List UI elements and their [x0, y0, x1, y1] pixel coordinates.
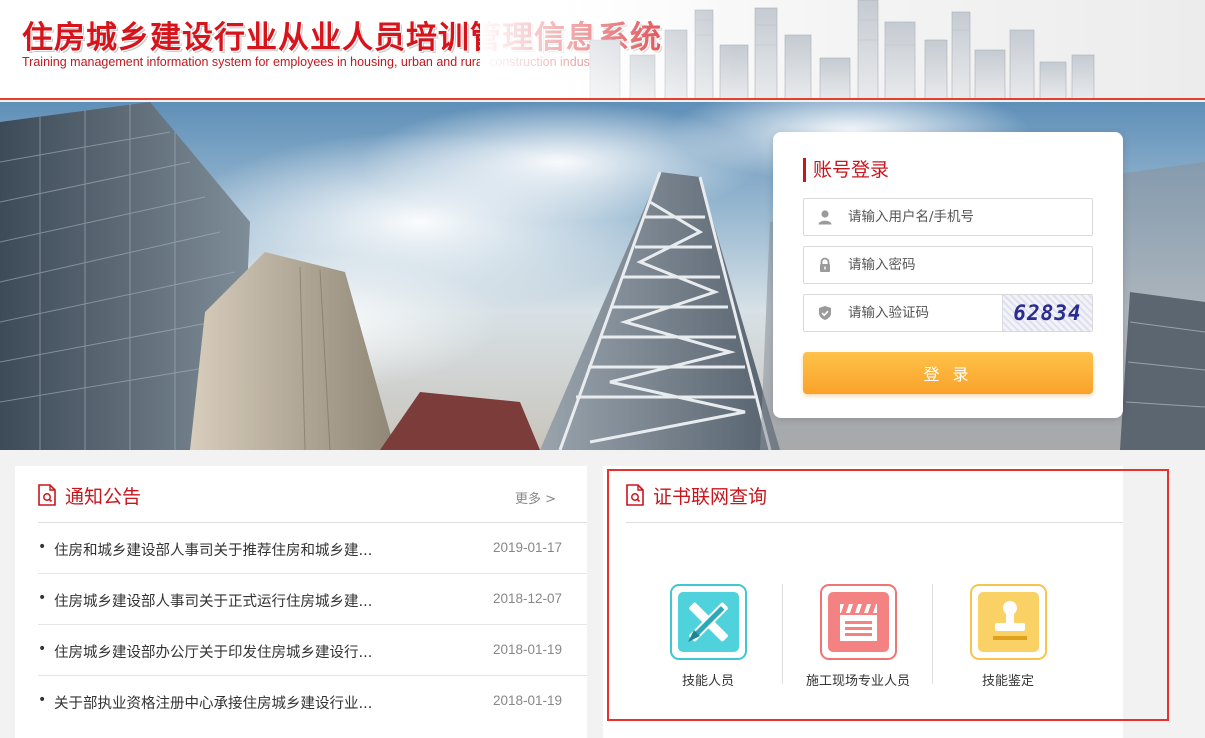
notice-item-date: 2019-01-17	[492, 540, 562, 555]
cert-tile[interactable]	[819, 584, 897, 660]
notice-title: 通知公告	[65, 486, 142, 508]
notice-item-date: 2018-01-19	[492, 693, 562, 708]
notice-item-date: 2018-12-07	[492, 591, 562, 606]
site-header: 住房城乡建设行业从业人员培训管理信息系统 Training management…	[0, 0, 1205, 100]
document-icon	[626, 484, 644, 506]
clapperboard-icon	[839, 604, 877, 641]
cert-item-label[interactable]: 技能鉴定	[953, 674, 1063, 690]
notice-item[interactable]: • 关于部执业资格注册中心承接住房城乡建设行业... 2018-01-19	[38, 676, 587, 727]
certificate-title: 证书联网查询	[653, 486, 768, 508]
cert-item-skill-appraisal[interactable]: 技能鉴定	[933, 584, 1083, 690]
bullet-icon: •	[38, 641, 47, 657]
certificate-header: 证书联网查询	[626, 466, 1123, 523]
certificate-query-panel: 证书联网查询 技能人员 施工现场专业人员 技能鉴定	[603, 466, 1123, 738]
notice-more-link[interactable]: 更多 >	[515, 488, 556, 507]
login-panel: 账号登录 62834 登 录	[773, 132, 1123, 418]
notice-item[interactable]: • 住房城乡建设部办公厅关于印发住房城乡建设行... 2018-01-19	[38, 625, 587, 676]
notice-item-title[interactable]: 关于部执业资格注册中心承接住房城乡建设行业...	[54, 692, 434, 713]
header-skyline-image	[480, 0, 1205, 98]
certificate-items: 技能人员 施工现场专业人员 技能鉴定	[603, 524, 1123, 738]
bullet-icon: •	[38, 692, 47, 708]
notice-item-title[interactable]: 住房城乡建设部人事司关于正式运行住房城乡建...	[54, 590, 434, 611]
notice-item[interactable]: • 住房和城乡建设部人事司关于推荐住房和城乡建... 2019-01-17	[38, 523, 587, 574]
notice-item-title[interactable]: 住房城乡建设部办公厅关于印发住房城乡建设行...	[54, 641, 434, 662]
document-icon	[38, 484, 56, 506]
password-input[interactable]	[848, 247, 998, 283]
notice-item[interactable]: • 住房城乡建设部人事司关于正式运行住房城乡建... 2018-12-07	[38, 574, 587, 625]
notice-item-title[interactable]: 住房和城乡建设部人事司关于推荐住房和城乡建...	[54, 539, 434, 560]
cert-tile[interactable]	[669, 584, 747, 660]
username-input[interactable]	[848, 199, 998, 235]
cert-item-label[interactable]: 技能人员	[653, 674, 763, 690]
cert-tile[interactable]	[969, 584, 1047, 660]
bullet-icon: •	[38, 590, 47, 606]
tools-icon	[687, 602, 728, 642]
captcha-input[interactable]	[848, 295, 998, 331]
cert-item-label[interactable]: 施工现场专业人员	[803, 674, 913, 690]
cert-item-site-professionals[interactable]: 施工现场专业人员	[783, 584, 933, 690]
shield-icon	[819, 306, 831, 320]
user-icon	[818, 210, 832, 225]
login-title: 账号登录	[803, 158, 889, 182]
captcha-field: 62834	[803, 294, 1093, 332]
bullet-icon: •	[38, 539, 47, 555]
notice-item-date: 2018-01-19	[492, 642, 562, 657]
lock-icon	[820, 257, 830, 272]
cert-item-skilled-workers[interactable]: 技能人员	[633, 584, 783, 690]
stamp-icon	[992, 601, 1027, 640]
notice-list: • 住房和城乡建设部人事司关于推荐住房和城乡建... 2019-01-17 • …	[38, 523, 587, 727]
password-field	[803, 246, 1093, 284]
username-field	[803, 198, 1093, 236]
notice-header: 通知公告 更多 >	[38, 466, 587, 523]
notice-panel: 通知公告 更多 > • 住房和城乡建设部人事司关于推荐住房和城乡建... 201…	[15, 466, 587, 738]
captcha-image[interactable]: 62834	[1002, 295, 1092, 331]
login-button[interactable]: 登 录	[803, 352, 1093, 394]
